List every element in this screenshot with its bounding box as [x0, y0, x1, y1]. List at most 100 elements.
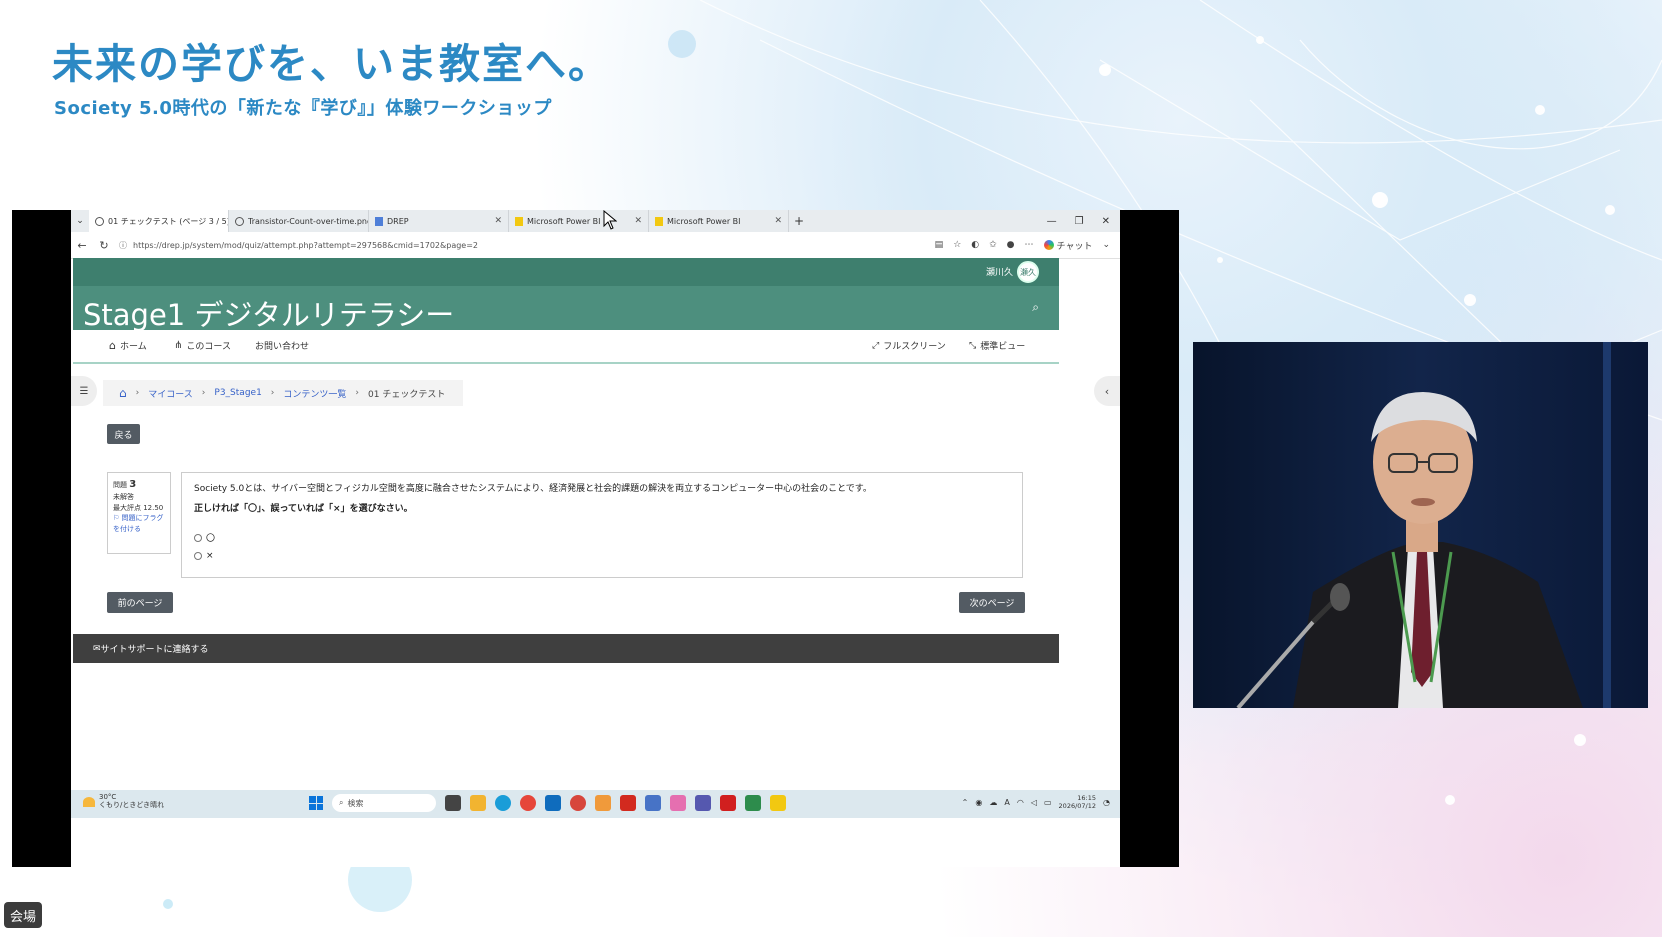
- chevron-left-icon: ‹: [1104, 384, 1110, 398]
- battery-icon[interactable]: ▭: [1044, 798, 1052, 807]
- windows-start-icon[interactable]: [309, 796, 323, 810]
- breadcrumb-course[interactable]: P3_Stage1: [214, 388, 261, 398]
- close-tab-icon[interactable]: ✕: [774, 216, 782, 226]
- task-view-icon[interactable]: [445, 795, 461, 811]
- ime-indicator[interactable]: A: [1004, 798, 1009, 807]
- search-placeholder: 検索: [347, 798, 364, 808]
- next-page-button[interactable]: 次のページ: [959, 592, 1025, 613]
- restore-icon[interactable]: ❐: [1075, 216, 1084, 227]
- flag-question-link[interactable]: ⚐ 問題にフラグを付ける: [113, 513, 165, 534]
- block-drawer-toggle[interactable]: ‹: [1094, 376, 1120, 406]
- wifi-icon[interactable]: ◠: [1017, 798, 1024, 807]
- answer-option-true[interactable]: 〇: [194, 531, 1010, 544]
- app-icon[interactable]: [645, 795, 661, 811]
- tab-check-test[interactable]: 01 チェックテスト (ページ 3 / 5) | drep ✕: [89, 210, 229, 232]
- teams-icon[interactable]: [695, 795, 711, 811]
- question-instruction: 正しければ「〇」、誤っていれば「×」を選びなさい。: [194, 504, 413, 514]
- copilot-icon: [1043, 240, 1054, 250]
- venue-badge: 会場: [4, 902, 42, 928]
- question-text: Society 5.0とは、サイバー空間とフィジカル空間を高度に融合させたシステ…: [194, 484, 872, 494]
- powerbi-icon[interactable]: [770, 795, 786, 811]
- drep-icon: [375, 216, 383, 226]
- url-field[interactable]: ⓘ https://drep.jp/system/mod/quiz/attemp…: [119, 240, 478, 251]
- user-name[interactable]: 瀬川久: [986, 265, 1013, 278]
- app-icon[interactable]: [570, 795, 586, 811]
- app-icon[interactable]: [720, 795, 736, 811]
- volume-icon[interactable]: ◁: [1031, 798, 1037, 807]
- tab-label: Transistor-Count-over-time.png (: [248, 216, 369, 226]
- breadcrumb-contents[interactable]: コンテンツ一覧: [283, 387, 346, 400]
- app-icon[interactable]: [595, 795, 611, 811]
- site-info-icon[interactable]: ⓘ: [119, 240, 127, 251]
- fullscreen-toggle[interactable]: ⤢ フルスクリーン: [872, 339, 946, 353]
- tab-powerbi-2[interactable]: Microsoft Power BI ✕: [649, 210, 789, 232]
- nav-this-course[interactable]: ⋔ このコース: [174, 339, 231, 352]
- browser-tab-bar: ⌄ 01 チェックテスト (ページ 3 / 5) | drep ✕ Transi…: [71, 210, 1120, 232]
- minimize-icon[interactable]: —: [1047, 216, 1057, 227]
- more-menu-icon[interactable]: ⋯: [1025, 240, 1034, 250]
- back-button[interactable]: 戻る: [107, 424, 140, 444]
- user-avatar[interactable]: 瀬久: [1017, 261, 1039, 283]
- course-title: Stage1 デジタルリテラシー: [83, 298, 455, 332]
- clock-time: 16:15: [1077, 794, 1097, 802]
- question-label: 問題: [113, 481, 127, 489]
- chevron-up-icon[interactable]: ⌃: [962, 798, 969, 807]
- chevron-down-icon[interactable]: ⌄: [1102, 240, 1110, 250]
- favorites-list-icon[interactable]: ✩: [989, 240, 997, 250]
- weather-desc: くもり/ときどき晴れ: [99, 800, 165, 809]
- course-index-drawer-toggle[interactable]: ☰: [71, 376, 97, 406]
- previous-page-button[interactable]: 前のページ: [107, 592, 173, 613]
- acrobat-icon[interactable]: [620, 795, 636, 811]
- close-tab-icon[interactable]: ✕: [494, 216, 502, 226]
- powerbi-icon: [655, 216, 663, 226]
- reader-icon[interactable]: ▤: [935, 240, 944, 250]
- nav-contact[interactable]: お問い合わせ: [255, 339, 309, 352]
- taskbar-search[interactable]: ⌕ 検索: [332, 794, 436, 812]
- speaker-image: [1193, 342, 1648, 708]
- breadcrumb-separator: ›: [355, 388, 360, 398]
- site-support-link[interactable]: サイトサポートに連絡する: [101, 642, 209, 655]
- url-text: https://drep.jp/system/mod/quiz/attempt.…: [133, 240, 479, 250]
- answer-option-false[interactable]: ×: [194, 551, 1010, 561]
- chrome-icon[interactable]: [520, 795, 536, 811]
- copilot-button[interactable]: チャット: [1043, 239, 1092, 252]
- reload-icon[interactable]: ↻: [93, 239, 115, 252]
- tab-drep[interactable]: DREP ✕: [369, 210, 509, 232]
- outlook-icon[interactable]: [545, 795, 561, 811]
- edge-icon[interactable]: [495, 795, 511, 811]
- weather-widget[interactable]: 30°C くもり/ときどき晴れ: [83, 793, 165, 809]
- close-tab-icon[interactable]: ✕: [634, 216, 642, 226]
- home-icon[interactable]: ⌂: [119, 386, 127, 400]
- breadcrumb-separator: ›: [201, 388, 206, 398]
- breadcrumb-my-courses[interactable]: マイコース: [148, 387, 193, 400]
- radio-button[interactable]: [194, 552, 202, 560]
- excel-icon[interactable]: [745, 795, 761, 811]
- question-content: Society 5.0とは、サイバー空間とフィジカル空間を高度に融合させたシステ…: [181, 472, 1023, 578]
- back-arrow-icon[interactable]: ←: [71, 239, 93, 252]
- browser-address-bar: ← ↻ ⓘ https://drep.jp/system/mod/quiz/at…: [71, 232, 1120, 259]
- mail-icon: ✉: [93, 643, 101, 654]
- extensions-icon[interactable]: ◐: [971, 240, 979, 250]
- search-icon[interactable]: ⌕: [1032, 300, 1039, 315]
- cloud-icon[interactable]: ☁: [989, 798, 997, 807]
- profile-icon[interactable]: ●: [1007, 240, 1015, 250]
- close-window-icon[interactable]: ✕: [1102, 216, 1110, 227]
- clock[interactable]: 16:15 2026/07/12: [1059, 794, 1096, 811]
- tab-list-chevron-icon[interactable]: ⌄: [71, 216, 89, 226]
- tab-powerbi-1[interactable]: Microsoft Power BI ✕: [509, 210, 649, 232]
- site-top-bar: 瀬川久 瀬久: [73, 258, 1059, 286]
- breadcrumb-current: 01 チェックテスト: [368, 389, 446, 400]
- file-explorer-icon[interactable]: [470, 795, 486, 811]
- tab-label: Microsoft Power BI: [667, 216, 741, 226]
- tab-transistor[interactable]: Transistor-Count-over-time.png ( ✕: [229, 210, 369, 232]
- radio-button[interactable]: [194, 533, 202, 542]
- nav-home[interactable]: ⌂ ホーム: [109, 339, 147, 352]
- notification-bell-icon[interactable]: ◔: [1103, 798, 1110, 807]
- app-icon[interactable]: [670, 795, 686, 811]
- question-max-score: 最大評点 12.50: [113, 503, 164, 512]
- new-tab-button[interactable]: +: [789, 214, 809, 228]
- favorite-star-icon[interactable]: ☆: [953, 240, 961, 250]
- breadcrumb-separator: ›: [270, 388, 275, 398]
- network-icon[interactable]: ◉: [975, 798, 982, 807]
- standard-view-toggle[interactable]: ⤡ 標準ビュー: [969, 339, 1025, 353]
